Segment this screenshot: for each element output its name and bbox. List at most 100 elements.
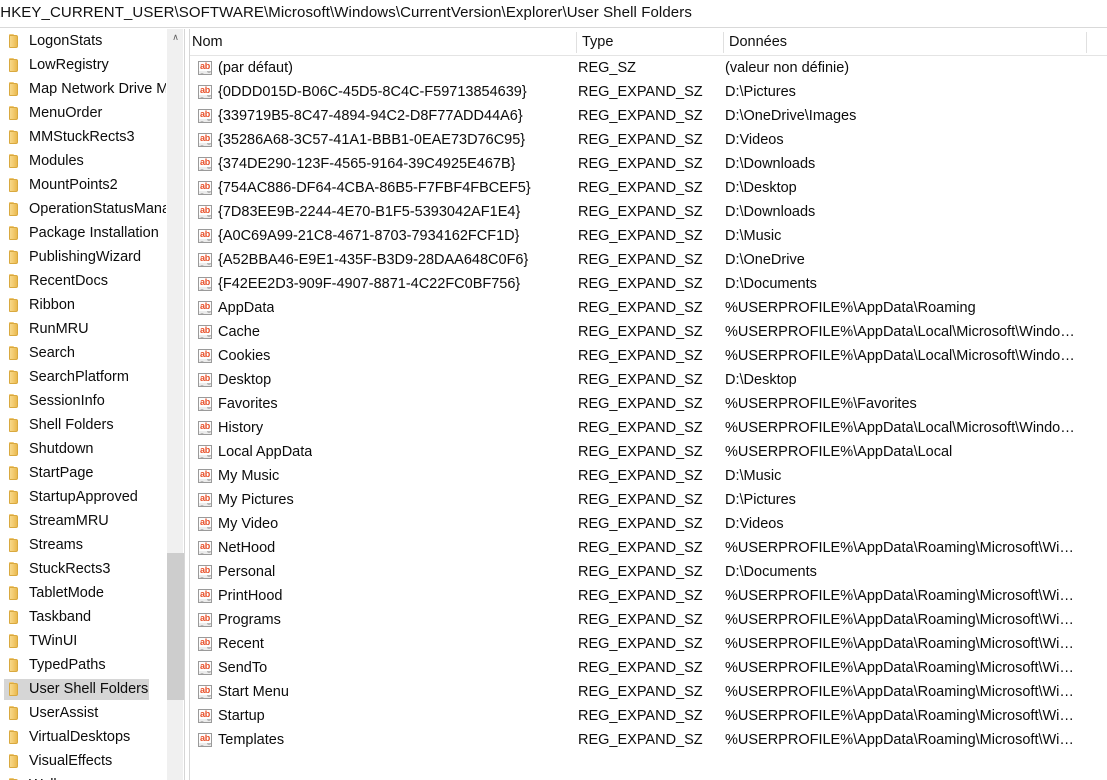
table-row[interactable]: ab Startup REG_EXPAND_SZ %USERPROFILE%\AppD… <box>190 704 1107 728</box>
cell-value-data: %USERPROFILE%\AppData\Roaming\Microsoft\… <box>725 708 1074 724</box>
table-row[interactable]: ab My Video REG_EXPAND_SZ D:Videos <box>190 512 1107 536</box>
cell-value-type: REG_EXPAND_SZ <box>578 156 703 172</box>
table-row[interactable]: ab {7D83EE9B-2244-4E70-B1F5-5393042AF1E4}… <box>190 200 1107 224</box>
tree-item-label: Search <box>29 345 75 361</box>
table-row[interactable]: ab {339719B5-8C47-4894-94C2-D8F77ADD44A6}… <box>190 104 1107 128</box>
folder-icon <box>6 153 22 169</box>
column-header-data[interactable]: Données <box>729 34 787 50</box>
table-row[interactable]: ab {0DDD015D-B06C-45D5-8C4C-F59713854639}… <box>190 80 1107 104</box>
table-row[interactable]: ab Templates REG_EXPAND_SZ %USERPROFILE%\Ap… <box>190 728 1107 752</box>
tree-item-userassist[interactable]: UserAssist <box>0 701 166 725</box>
tree-item-publishingwizard[interactable]: PublishingWizard <box>0 245 166 269</box>
table-row[interactable]: ab History REG_EXPAND_SZ %USERPROFILE%\AppD… <box>190 416 1107 440</box>
registry-key-tree[interactable]: LogonStats LowRegistry Map Network Drive M… <box>0 29 166 780</box>
folder-icon <box>6 345 22 361</box>
registry-value-list[interactable]: Nom Type Données ab (par défaut) REG_SZ (va… <box>190 29 1107 780</box>
cell-value-type: REG_EXPAND_SZ <box>578 300 703 316</box>
string-value-icon: ab <box>197 324 213 340</box>
tree-item-twinui[interactable]: TWinUI <box>0 629 166 653</box>
table-row[interactable]: ab {35286A68-3C57-41A1-BBB1-0EAE73D76C95}… <box>190 128 1107 152</box>
table-row[interactable]: ab {A52BBA46-E9E1-435F-B3D9-28DAA648C0F6}… <box>190 248 1107 272</box>
table-row[interactable]: ab My Pictures REG_EXPAND_SZ D:\Pictures <box>190 488 1107 512</box>
table-row[interactable]: ab Cookies REG_EXPAND_SZ %USERPROFILE%\AppD… <box>190 344 1107 368</box>
table-row[interactable]: ab My Music REG_EXPAND_SZ D:\Music <box>190 464 1107 488</box>
tree-item-label: Ribbon <box>29 297 75 313</box>
column-header-name[interactable]: Nom <box>192 34 223 50</box>
tree-item-shell-folders[interactable]: Shell Folders <box>0 413 166 437</box>
cell-value-type: REG_EXPAND_SZ <box>578 396 703 412</box>
tree-item-searchplatform[interactable]: SearchPlatform <box>0 365 166 389</box>
string-value-icon: ab <box>197 396 213 412</box>
tree-item-label: LowRegistry <box>29 57 109 73</box>
scrollbar-thumb[interactable] <box>167 553 184 700</box>
tree-item-map-network-drive-m[interactable]: Map Network Drive M <box>0 77 166 101</box>
table-row[interactable]: ab NetHood REG_EXPAND_SZ %USERPROFILE%\AppD… <box>190 536 1107 560</box>
tree-item-shutdown[interactable]: Shutdown <box>0 437 166 461</box>
tree-item-sessioninfo[interactable]: SessionInfo <box>0 389 166 413</box>
table-row[interactable]: ab Recent REG_EXPAND_SZ %USERPROFILE%\AppDa… <box>190 632 1107 656</box>
table-row[interactable]: ab Favorites REG_EXPAND_SZ %USERPROFILE%\Fa… <box>190 392 1107 416</box>
table-row[interactable]: ab SendTo REG_EXPAND_SZ %USERPROFILE%\AppDa… <box>190 656 1107 680</box>
tree-item-lowregistry[interactable]: LowRegistry <box>0 53 166 77</box>
table-row[interactable]: ab Personal REG_EXPAND_SZ D:\Documents <box>190 560 1107 584</box>
table-row[interactable]: ab AppData REG_EXPAND_SZ %USERPROFILE%\AppD… <box>190 296 1107 320</box>
tree-item-operationstatusmana[interactable]: OperationStatusMana <box>0 197 166 221</box>
tree-item-recentdocs[interactable]: RecentDocs <box>0 269 166 293</box>
tree-item-menuorder[interactable]: MenuOrder <box>0 101 166 125</box>
cell-value-type: REG_EXPAND_SZ <box>578 84 703 100</box>
scroll-up-arrow-icon[interactable]: ∧ <box>167 29 184 46</box>
tree-item-stuckrects3[interactable]: StuckRects3 <box>0 557 166 581</box>
table-row[interactable]: ab {A0C69A99-21C8-4671-8703-7934162FCF1D}… <box>190 224 1107 248</box>
tree-item-tabletmode[interactable]: TabletMode <box>0 581 166 605</box>
tree-item-label: Taskband <box>29 609 92 625</box>
column-divider-data[interactable] <box>723 32 724 53</box>
tree-item-label: TabletMode <box>29 585 104 601</box>
column-divider-type[interactable] <box>576 32 577 53</box>
cell-value-type: REG_EXPAND_SZ <box>578 348 703 364</box>
table-row[interactable]: ab {374DE290-123F-4565-9164-39C4925E467B}… <box>190 152 1107 176</box>
tree-item-ribbon[interactable]: Ribbon <box>0 293 166 317</box>
table-row[interactable]: ab Cache REG_EXPAND_SZ %USERPROFILE%\AppDat… <box>190 320 1107 344</box>
tree-scrollbar[interactable]: ∧ <box>166 29 184 780</box>
string-value-icon: ab <box>197 612 213 628</box>
tree-item-mountpoints2[interactable]: MountPoints2 <box>0 173 166 197</box>
tree-item-search[interactable]: Search <box>0 341 166 365</box>
tree-item-streams[interactable]: Streams <box>0 533 166 557</box>
tree-item-user-shell-folders[interactable]: User Shell Folders <box>0 677 166 701</box>
tree-item-wallpapers[interactable]: Wallpapers <box>0 773 166 780</box>
tree-item-taskband[interactable]: Taskband <box>0 605 166 629</box>
tree-item-package-installation[interactable]: Package Installation <box>0 221 166 245</box>
column-header-type[interactable]: Type <box>582 34 613 50</box>
cell-value-name: {339719B5-8C47-4894-94C2-D8F77ADD44A6} <box>218 108 523 124</box>
table-row[interactable]: ab Desktop REG_EXPAND_SZ D:\Desktop <box>190 368 1107 392</box>
string-value-icon: ab <box>197 516 213 532</box>
table-row[interactable]: ab Start Menu REG_EXPAND_SZ %USERPROFILE%\A… <box>190 680 1107 704</box>
column-divider-right[interactable] <box>1086 32 1087 53</box>
table-row[interactable]: ab PrintHood REG_EXPAND_SZ %USERPROFILE%\Ap… <box>190 584 1107 608</box>
table-row[interactable]: ab Local AppData REG_EXPAND_SZ %USERPROFILE… <box>190 440 1107 464</box>
tree-item-streammru[interactable]: StreamMRU <box>0 509 166 533</box>
folder-icon <box>6 273 22 289</box>
folder-icon <box>6 417 22 433</box>
folder-icon <box>6 201 22 217</box>
tree-item-startupapproved[interactable]: StartupApproved <box>0 485 166 509</box>
tree-item-logonstats[interactable]: LogonStats <box>0 29 166 53</box>
tree-item-startpage[interactable]: StartPage <box>0 461 166 485</box>
cell-value-name: PrintHood <box>218 588 283 604</box>
folder-icon <box>6 705 22 721</box>
table-row[interactable]: ab (par défaut) REG_SZ (valeur non définie) <box>190 56 1107 80</box>
cell-value-name: (par défaut) <box>218 60 293 76</box>
address-bar[interactable]: \HKEY_CURRENT_USER\SOFTWARE\Microsoft\Wi… <box>0 0 1107 28</box>
table-row[interactable]: ab {F42EE2D3-909F-4907-8871-4C22FC0BF756}… <box>190 272 1107 296</box>
tree-item-virtualdesktops[interactable]: VirtualDesktops <box>0 725 166 749</box>
tree-item-label: StuckRects3 <box>29 561 111 577</box>
tree-item-visualeffects[interactable]: VisualEffects <box>0 749 166 773</box>
string-value-icon: ab <box>197 540 213 556</box>
table-row[interactable]: ab {754AC886-DF64-4CBA-86B5-F7FBF4FBCEF5}… <box>190 176 1107 200</box>
tree-item-mmstuckrects3[interactable]: MMStuckRects3 <box>0 125 166 149</box>
tree-item-typedpaths[interactable]: TypedPaths <box>0 653 166 677</box>
tree-item-runmru[interactable]: RunMRU <box>0 317 166 341</box>
cell-value-name: Personal <box>218 564 276 580</box>
table-row[interactable]: ab Programs REG_EXPAND_SZ %USERPROFILE%\App… <box>190 608 1107 632</box>
tree-item-modules[interactable]: Modules <box>0 149 166 173</box>
